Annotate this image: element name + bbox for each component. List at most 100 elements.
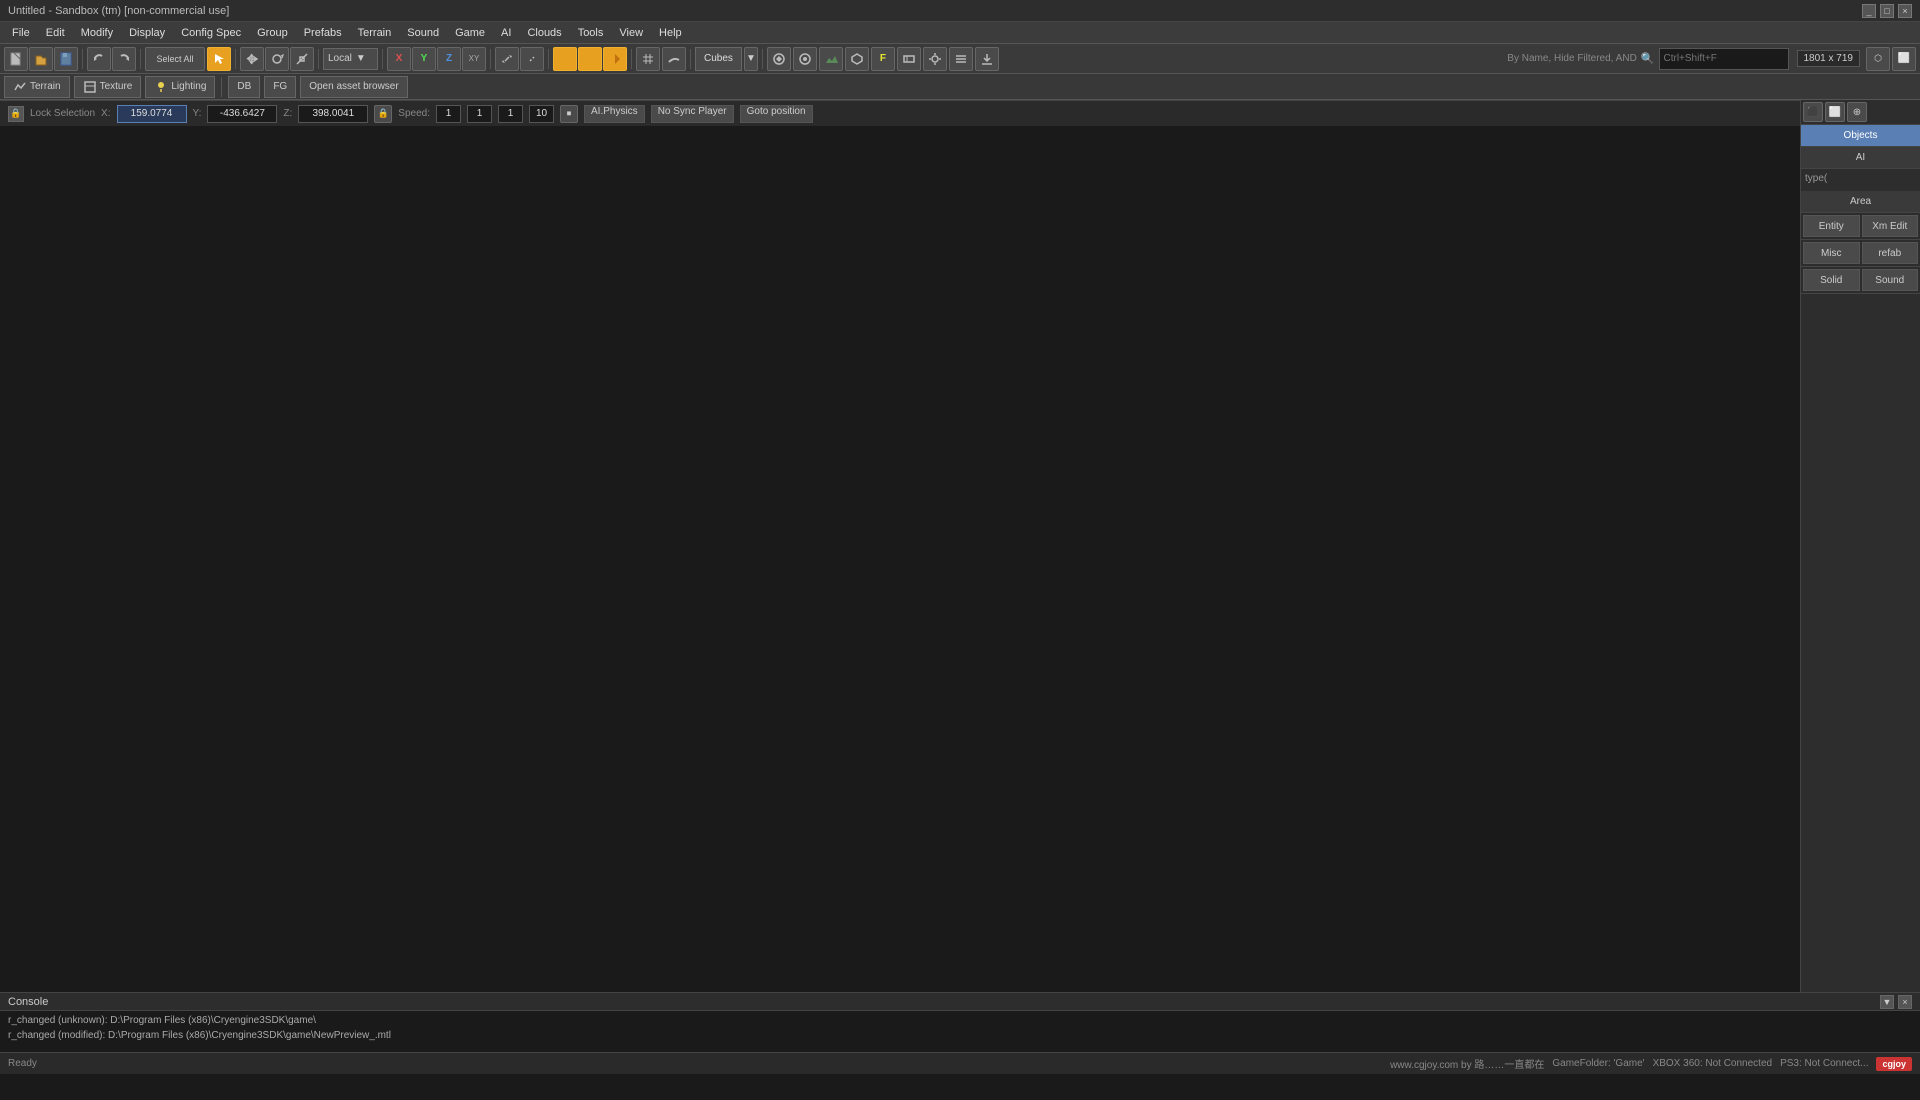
settings-button[interactable]: [923, 47, 947, 71]
rpanel-section1: type(: [1801, 169, 1920, 191]
speed-lock-button[interactable]: ⏹: [560, 105, 578, 123]
speed4-input[interactable]: [529, 105, 554, 123]
search-area: By Name, Hide Filtered, AND 🔍: [1507, 48, 1788, 70]
grid-button[interactable]: [636, 47, 660, 71]
sep6: [490, 49, 491, 69]
physics-button[interactable]: [767, 47, 791, 71]
texture-view-button[interactable]: [603, 47, 627, 71]
sep10: [762, 49, 763, 69]
link-button[interactable]: [495, 47, 519, 71]
menu-config-spec[interactable]: Config Spec: [173, 25, 249, 41]
config-button[interactable]: [949, 47, 973, 71]
menu-sound[interactable]: Sound: [399, 25, 447, 41]
fg-tab[interactable]: FG: [264, 76, 296, 98]
close-button[interactable]: ×: [1898, 4, 1912, 18]
cgjoy-logo: cgjoy: [1876, 1057, 1912, 1071]
object-button[interactable]: [845, 47, 869, 71]
select-all-button[interactable]: Select All: [145, 47, 205, 71]
menu-game[interactable]: Game: [447, 25, 493, 41]
menu-view[interactable]: View: [611, 25, 651, 41]
main-toolbar: Select All Local ▼ X Y Z XY: [0, 44, 1920, 74]
scale-tool[interactable]: [290, 47, 314, 71]
save-button[interactable]: [54, 47, 78, 71]
sound-btn[interactable]: Sound: [1862, 269, 1919, 291]
menu-file[interactable]: File: [4, 25, 38, 41]
y-axis-button[interactable]: Y: [412, 47, 436, 71]
search-input[interactable]: [1659, 48, 1789, 70]
console-collapse-btn[interactable]: ▼: [1880, 995, 1894, 1009]
refab-btn[interactable]: refab: [1862, 242, 1919, 264]
rp-icon2[interactable]: ⬜: [1825, 102, 1845, 122]
misc-tab[interactable]: Misc: [1803, 242, 1860, 264]
terrain-tool[interactable]: [819, 47, 843, 71]
fps-button[interactable]: [897, 47, 921, 71]
cubes-button[interactable]: Cubes: [695, 47, 742, 71]
menu-tools[interactable]: Tools: [570, 25, 612, 41]
terrain-brush-button[interactable]: [662, 47, 686, 71]
menu-terrain[interactable]: Terrain: [350, 25, 400, 41]
undo-button[interactable]: [87, 47, 111, 71]
lock-coords-button[interactable]: 🔒: [374, 105, 392, 123]
x-input[interactable]: [117, 105, 187, 123]
speed3-input[interactable]: [498, 105, 523, 123]
z-axis-button[interactable]: Z: [437, 47, 461, 71]
minimize-button[interactable]: _: [1862, 4, 1876, 18]
maximize-button[interactable]: □: [1880, 4, 1894, 18]
menu-ai[interactable]: AI: [493, 25, 519, 41]
db-tab[interactable]: DB: [228, 76, 260, 98]
x-label: X:: [101, 108, 110, 119]
type-label: type(: [1805, 173, 1916, 184]
rollupbar-toggle[interactable]: ⬡: [1866, 47, 1890, 71]
open-asset-button[interactable]: Open asset browser: [300, 76, 408, 98]
unlink-button[interactable]: [520, 47, 544, 71]
filter-label: By Name, Hide Filtered, AND: [1507, 53, 1637, 64]
move-tool[interactable]: [240, 47, 264, 71]
help-button[interactable]: F: [871, 47, 895, 71]
sep5: [382, 49, 383, 69]
area-tab[interactable]: Area: [1801, 191, 1920, 213]
solid-view-button[interactable]: [553, 47, 577, 71]
link-tools: [495, 47, 544, 71]
menu-help[interactable]: Help: [651, 25, 690, 41]
xm-edit-btn[interactable]: Xm Edit: [1862, 215, 1919, 237]
export-button[interactable]: [975, 47, 999, 71]
menu-prefabs[interactable]: Prefabs: [296, 25, 350, 41]
render-button[interactable]: [793, 47, 817, 71]
wireframe-view-button[interactable]: [578, 47, 602, 71]
speed2-input[interactable]: [467, 105, 492, 123]
rp-icon1[interactable]: ⬛: [1803, 102, 1823, 122]
menu-group[interactable]: Group: [249, 25, 296, 41]
speed-input[interactable]: [436, 105, 461, 123]
window-title: Untitled - Sandbox (tm) [non-commercial …: [8, 5, 1862, 17]
y-input[interactable]: [207, 105, 277, 123]
objects-tab[interactable]: Objects: [1801, 125, 1920, 147]
game-folder: GameFolder: 'Game': [1552, 1058, 1644, 1069]
menu-modify[interactable]: Modify: [73, 25, 121, 41]
rotate-tool[interactable]: [265, 47, 289, 71]
ai-physics-button[interactable]: AI.Physics: [584, 105, 645, 123]
terrain-tab[interactable]: Terrain: [4, 76, 70, 98]
redo-button[interactable]: [112, 47, 136, 71]
console-close-btn[interactable]: ×: [1898, 995, 1912, 1009]
menu-clouds[interactable]: Clouds: [519, 25, 569, 41]
menu-display[interactable]: Display: [121, 25, 173, 41]
console-line1: r_changed (unknown): D:\Program Files (x…: [8, 1013, 1912, 1028]
lighting-tab[interactable]: Lighting: [145, 76, 215, 98]
z-input[interactable]: [298, 105, 368, 123]
texture-tab[interactable]: Texture: [74, 76, 142, 98]
ai-tab[interactable]: AI: [1801, 147, 1920, 169]
panel-toggle[interactable]: ⬜: [1892, 47, 1916, 71]
goto-position-button[interactable]: Goto position: [740, 105, 813, 123]
cubes-dropdown[interactable]: ▼: [744, 47, 758, 71]
entity-tab[interactable]: Entity: [1803, 215, 1860, 237]
x-axis-button[interactable]: X: [387, 47, 411, 71]
no-sync-player-button[interactable]: No Sync Player: [651, 105, 734, 123]
new-button[interactable]: [4, 47, 28, 71]
xy-plane-button[interactable]: XY: [462, 47, 486, 71]
menu-edit[interactable]: Edit: [38, 25, 73, 41]
open-button[interactable]: [29, 47, 53, 71]
solid-tab[interactable]: Solid: [1803, 269, 1860, 291]
select-tool[interactable]: [207, 47, 231, 71]
coord-system-dropdown[interactable]: Local ▼: [323, 48, 378, 70]
rp-icon3[interactable]: ⊕: [1847, 102, 1867, 122]
